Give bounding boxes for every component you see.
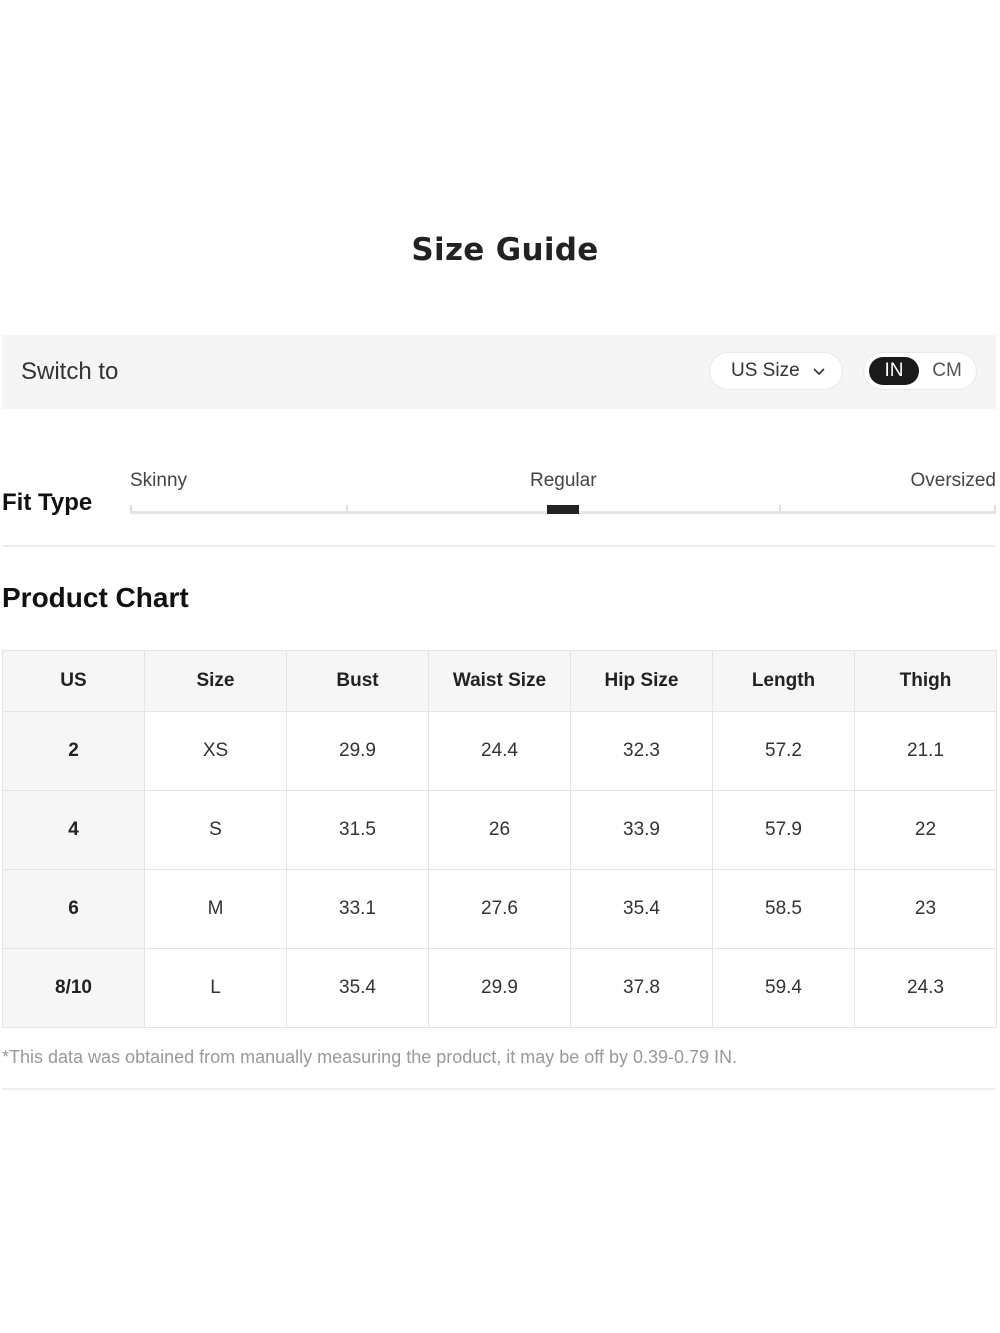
column-header: Bust xyxy=(286,650,429,712)
fit-type-scale: Skinny Regular Oversized xyxy=(130,470,996,520)
unit-toggle[interactable]: IN CM xyxy=(863,352,977,390)
unit-cm-button[interactable]: CM xyxy=(926,357,968,385)
table-cell: S xyxy=(144,790,287,870)
table-cell: 32.3 xyxy=(570,711,713,791)
table-cell: 24.3 xyxy=(854,948,997,1028)
table-cell: 6 xyxy=(2,869,145,949)
table-cell: 57.9 xyxy=(712,790,855,870)
table-header-row: US Size Bust Waist Size Hip Size Length … xyxy=(2,650,997,712)
size-system-value: US Size xyxy=(731,360,800,381)
column-header: Length xyxy=(712,650,855,712)
product-size-table: US Size Bust Waist Size Hip Size Length … xyxy=(2,650,997,1028)
table-row: 6 M 33.1 27.6 35.4 58.5 23 xyxy=(2,869,997,949)
table-cell: 59.4 xyxy=(712,948,855,1028)
table-cell: L xyxy=(144,948,287,1028)
column-header: US xyxy=(2,650,145,712)
table-cell: 29.9 xyxy=(428,948,571,1028)
divider xyxy=(2,1088,996,1090)
table-cell: 35.4 xyxy=(286,948,429,1028)
column-header: Thigh xyxy=(854,650,997,712)
table-cell: 33.9 xyxy=(570,790,713,870)
fit-indicator xyxy=(547,505,579,514)
product-chart-title: Product Chart xyxy=(2,582,189,613)
chevron-down-icon xyxy=(812,364,826,378)
column-header: Size xyxy=(144,650,287,712)
table-cell: 2 xyxy=(2,711,145,791)
table-cell: 29.9 xyxy=(286,711,429,791)
unit-switch-bar: Switch to US Size IN CM xyxy=(2,335,996,409)
table-row: 2 XS 29.9 24.4 32.3 57.2 21.1 xyxy=(2,711,997,791)
fit-type-label: Fit Type xyxy=(2,489,93,516)
size-system-dropdown[interactable]: US Size xyxy=(709,352,843,390)
column-header: Hip Size xyxy=(570,650,713,712)
table-cell: XS xyxy=(144,711,287,791)
table-cell: 26 xyxy=(428,790,571,870)
table-cell: 21.1 xyxy=(854,711,997,791)
page-title: Size Guide xyxy=(411,232,599,268)
fit-option-skinny: Skinny xyxy=(130,470,188,491)
table-cell: 8/10 xyxy=(2,948,145,1028)
unit-in-button[interactable]: IN xyxy=(869,357,919,385)
table-cell: 4 xyxy=(2,790,145,870)
switch-label: Switch to xyxy=(21,358,119,385)
fit-option-regular: Regular xyxy=(530,470,597,491)
table-cell: 27.6 xyxy=(428,869,571,949)
table-cell: 31.5 xyxy=(286,790,429,870)
fit-tick xyxy=(779,505,781,513)
fit-tick xyxy=(130,505,132,513)
table-cell: 33.1 xyxy=(286,869,429,949)
table-row: 8/10 L 35.4 29.9 37.8 59.4 24.3 xyxy=(2,948,997,1028)
table-cell: 35.4 xyxy=(570,869,713,949)
column-header: Waist Size xyxy=(428,650,571,712)
fit-option-oversized: Oversized xyxy=(910,470,996,491)
fit-tick xyxy=(346,505,348,513)
table-cell: 58.5 xyxy=(712,869,855,949)
divider xyxy=(2,545,996,547)
fit-tick xyxy=(994,505,996,513)
table-cell: 24.4 xyxy=(428,711,571,791)
table-cell: 23 xyxy=(854,869,997,949)
table-cell: 22 xyxy=(854,790,997,870)
table-row: 4 S 31.5 26 33.9 57.9 22 xyxy=(2,790,997,870)
table-cell: 37.8 xyxy=(570,948,713,1028)
table-cell: 57.2 xyxy=(712,711,855,791)
table-cell: M xyxy=(144,869,287,949)
measurement-note: *This data was obtained from manually me… xyxy=(2,1047,738,1067)
